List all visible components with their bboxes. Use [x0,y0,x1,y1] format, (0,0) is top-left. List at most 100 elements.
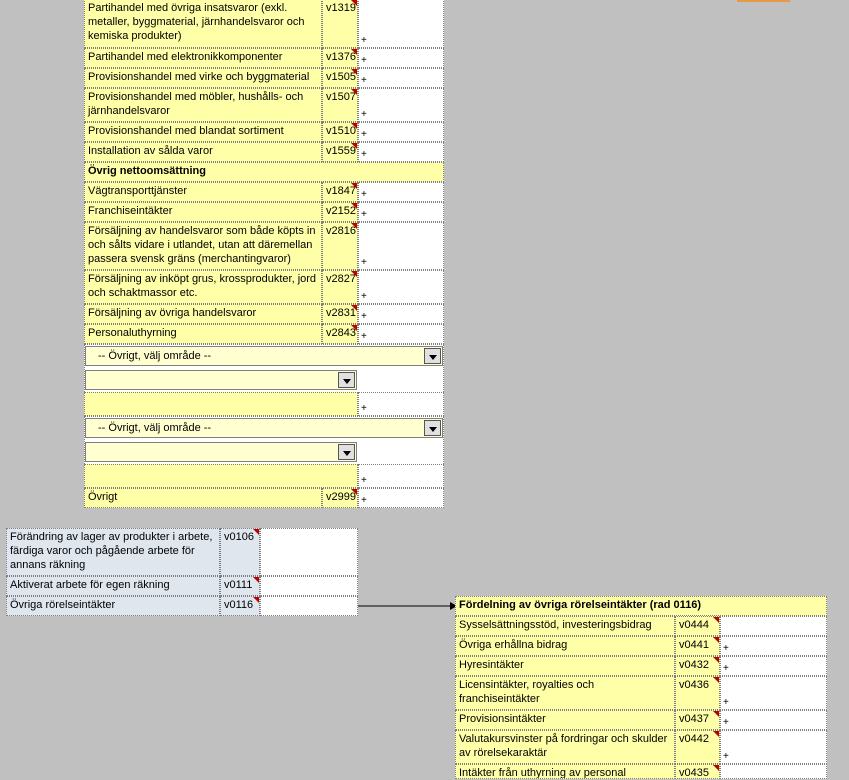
comment-marker-icon [713,731,719,737]
input-v1507[interactable]: + [358,88,444,122]
chevron-down-icon[interactable] [338,372,355,388]
row-code-v2816: v2816 [322,222,358,270]
comment-marker-icon [351,183,357,189]
item-select-2[interactable] [85,442,357,462]
comment-marker-icon [253,577,259,583]
plus-sign: + [361,189,367,200]
row-code-v2152: v2152 [322,202,358,222]
input-v0435[interactable] [720,764,827,779]
input-v2843[interactable]: + [358,324,444,344]
row-code-v0432: v0432 [675,656,720,676]
input-v0111[interactable] [260,576,358,596]
row-label-v0106: Förändring av lager av produkter i arbet… [6,528,220,576]
comment-marker-icon [351,49,357,55]
row-label-v1510: Provisionshandel med blandat sortiment [84,122,322,142]
plus-sign: + [361,257,367,268]
row-label-v2999: Övrigt [84,488,322,508]
row-label-v0116: Övriga rörelseintäkter [6,596,220,616]
other-value-input-2[interactable]: + [358,464,444,488]
plus-sign: + [723,751,729,762]
comment-marker-icon [713,617,719,623]
row-label-v0111: Aktiverat arbete för egen räkning [6,576,220,596]
input-v2827[interactable]: + [358,270,444,304]
row-label-v0444: Sysselsättningsstöd, investeringsbidrag [455,616,675,636]
row-code-v0436: v0436 [675,676,720,710]
plus-sign: + [361,475,367,486]
row-label-v1507: Provisionshandel med möbler, hushålls- o… [84,88,322,122]
chevron-down-icon[interactable] [424,420,441,436]
input-v1847[interactable]: + [358,182,444,202]
input-v0436[interactable]: + [720,676,827,710]
plus-sign: + [361,311,367,322]
row-code-v0116: v0116 [220,596,260,616]
row-code-v1559: v1559 [322,142,358,162]
comment-marker-icon [351,0,357,6]
comment-marker-icon [351,143,357,149]
input-v0444[interactable] [720,616,827,636]
row-code-v0444: v0444 [675,616,720,636]
row-label-v0432: Hyresintäkter [455,656,675,676]
comment-marker-icon [351,203,357,209]
chevron-down-icon[interactable] [424,348,441,364]
comment-marker-icon [351,325,357,331]
row-code-v0435: v0435 [675,764,720,779]
input-v0437[interactable]: + [720,710,827,730]
input-v1505[interactable]: + [358,68,444,88]
row-code-v2999: v2999 [322,488,358,508]
plus-sign: + [361,291,367,302]
input-v0441[interactable]: + [720,636,827,656]
row-label-v1847: Vägtransporttjänster [84,182,322,202]
comment-marker-icon [713,637,719,643]
row-label-v0435: Intäkter från uthyrning av personal [455,764,675,779]
input-v2152[interactable]: + [358,202,444,222]
selection-highlight [737,0,790,2]
chevron-down-icon[interactable] [338,444,355,460]
comment-marker-icon [351,271,357,277]
arrow-connector [358,602,457,610]
comment-marker-icon [253,597,259,603]
row-label-v2152: Franchiseintäkter [84,202,322,222]
comment-marker-icon [351,489,357,495]
input-v0442[interactable]: + [720,730,827,764]
plus-sign: + [361,35,367,46]
row-label-v1376: Partihandel med elektronikkomponenter [84,48,322,68]
row-code-v0111: v0111 [220,576,260,596]
row-code-v1319: v1319 [322,0,358,48]
input-v0106[interactable] [260,528,358,576]
fordelning-header: Fördelning av övriga rörelseintäkter (ra… [455,596,827,616]
row-code-v2827: v2827 [322,270,358,304]
comment-marker-icon [713,765,719,771]
other-value-input-1[interactable]: + [358,392,444,416]
row-label-v0442: Valutakursvinster på fordringar och skul… [455,730,675,764]
row-code-v1505: v1505 [322,68,358,88]
input-v1376[interactable]: + [358,48,444,68]
plus-sign: + [361,55,367,66]
plus-sign: + [723,663,729,674]
row-code-v0437: v0437 [675,710,720,730]
row-label-v1559: Installation av sålda varor [84,142,322,162]
plus-sign: + [361,149,367,160]
comment-marker-icon [351,69,357,75]
row-label-v2831: Försäljning av övriga handelsvaror [84,304,322,324]
input-v2816[interactable]: + [358,222,444,270]
input-v0432[interactable]: + [720,656,827,676]
input-v1319[interactable]: + [358,0,444,48]
comment-marker-icon [253,529,259,535]
area-select-2[interactable]: -- Övrigt, välj område -- [85,418,443,438]
input-v1510[interactable]: + [358,122,444,142]
other-label-input-1[interactable] [84,392,358,416]
row-label-v0436: Licensintäkter, royalties och franchisei… [455,676,675,710]
plus-sign: + [723,643,729,654]
input-v0116[interactable] [260,596,358,616]
input-v2999[interactable]: + [358,488,444,508]
other-label-input-2[interactable] [84,464,358,488]
area-select-1[interactable]: -- Övrigt, välj område -- [85,346,443,366]
input-v2831[interactable]: + [358,304,444,324]
row-code-v2843: v2843 [322,324,358,344]
plus-sign: + [723,697,729,708]
input-v1559[interactable]: + [358,142,444,162]
item-select-1[interactable] [85,370,357,390]
plus-sign: + [361,495,367,506]
plus-sign: + [361,109,367,120]
row-label-v0441: Övriga erhållna bidrag [455,636,675,656]
